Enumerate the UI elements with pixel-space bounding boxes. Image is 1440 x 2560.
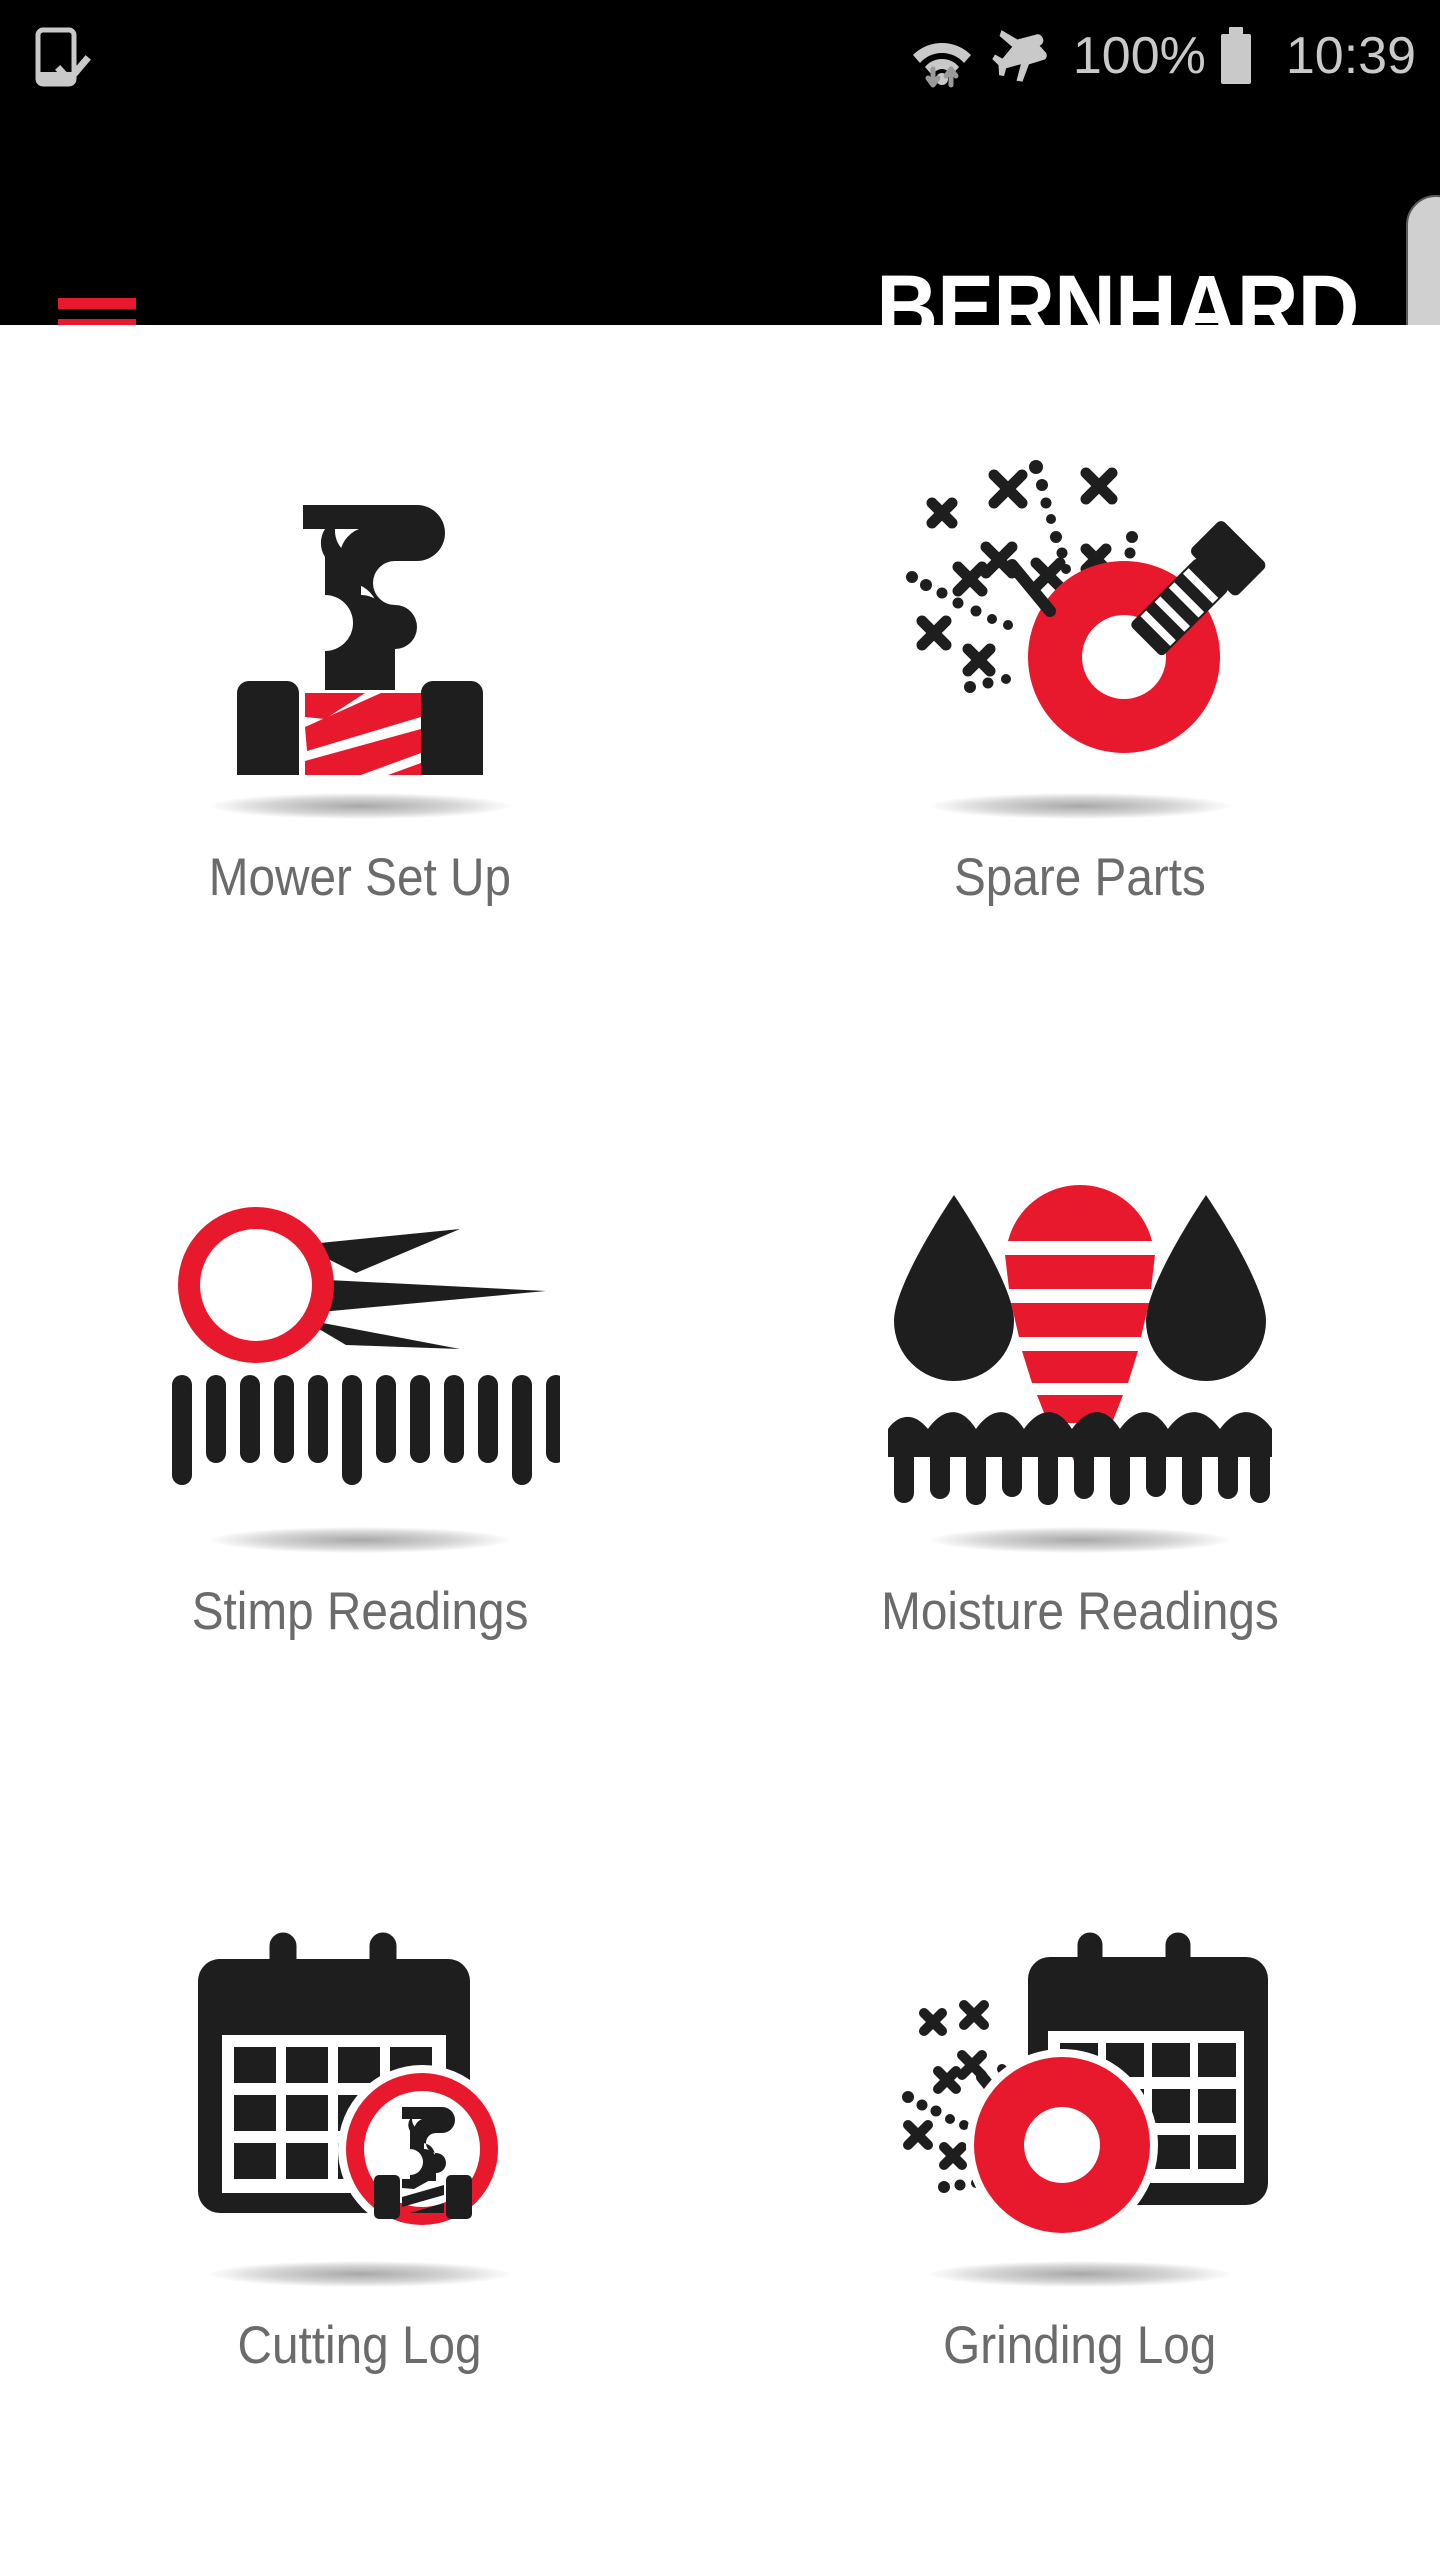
grinding-wheel-bolt-icon — [860, 395, 1300, 825]
menu-tile-mower-set-up[interactable]: Mower Set Up — [0, 325, 720, 1059]
status-bar-right-cluster: 100% 10:39 — [909, 0, 1416, 112]
menu-tile-label: Stimp Readings — [191, 1582, 529, 1641]
main-content: Mower Set Up Spare Parts Stimp Readings … — [0, 325, 1440, 2560]
tile-shadow — [210, 2261, 510, 2287]
menu-tile-label: Grinding Log — [943, 2316, 1217, 2375]
clock-label: 10:39 — [1285, 27, 1416, 85]
status-bar: 100% 10:39 — [0, 0, 1440, 112]
battery-full-icon — [1216, 25, 1256, 87]
tile-shadow — [930, 1527, 1230, 1553]
mower-reel-icon — [140, 395, 580, 825]
menu-grid: Mower Set Up Spare Parts Stimp Readings … — [0, 325, 1440, 2527]
menu-tile-grinding-log[interactable]: Grinding Log — [720, 1793, 1440, 2527]
airplane-mode-icon — [989, 25, 1051, 87]
menu-tile-label: Cutting Log — [238, 2316, 482, 2375]
tile-shadow — [210, 793, 510, 819]
menu-tile-label: Mower Set Up — [208, 848, 512, 907]
hamburger-bar — [58, 298, 136, 309]
app-header: BERNHARD — [0, 112, 1440, 354]
tile-shadow — [930, 793, 1230, 819]
menu-tile-label: Spare Parts — [954, 848, 1206, 907]
wifi-data-transfer-icon — [909, 21, 975, 91]
menu-tile-cutting-log[interactable]: Cutting Log — [0, 1793, 720, 2527]
calendar-mower-icon — [140, 1863, 580, 2293]
device-check-icon — [28, 22, 98, 92]
tile-shadow — [210, 1527, 510, 1553]
battery-percent-label: 100% — [1072, 27, 1206, 85]
water-drops-turf-icon — [860, 1129, 1300, 1559]
golf-ball-ruler-icon — [140, 1129, 580, 1559]
menu-tile-stimp-readings[interactable]: Stimp Readings — [0, 1059, 720, 1793]
tile-shadow — [930, 2261, 1230, 2287]
calendar-grinding-wheel-icon — [860, 1863, 1300, 2293]
menu-tile-spare-parts[interactable]: Spare Parts — [720, 325, 1440, 1059]
menu-tile-label: Moisture Readings — [881, 1582, 1279, 1641]
menu-tile-moisture-readings[interactable]: Moisture Readings — [720, 1059, 1440, 1793]
